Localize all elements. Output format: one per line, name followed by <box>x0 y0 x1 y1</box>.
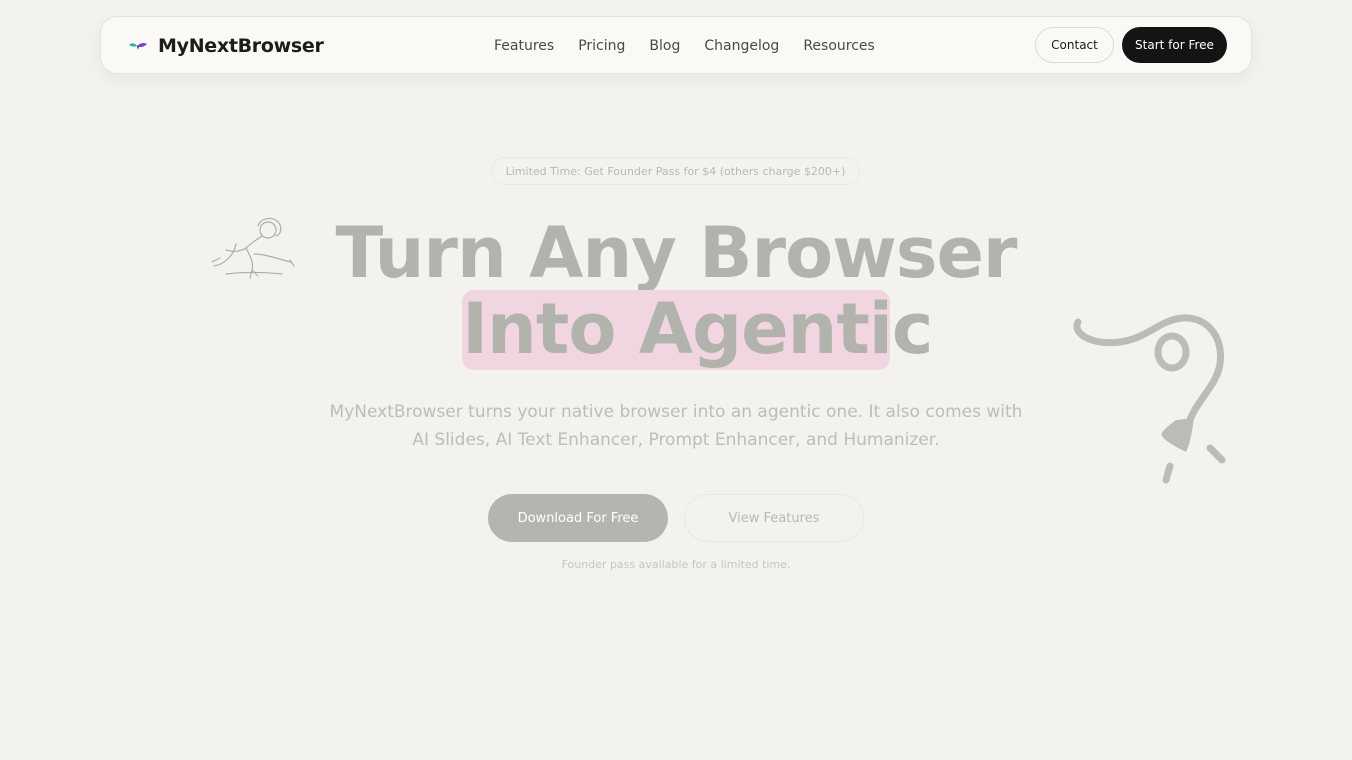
download-for-free-button[interactable]: Download For Free <box>488 494 668 542</box>
nav-link-changelog[interactable]: Changelog <box>704 38 779 54</box>
nav-links: Features Pricing Blog Changelog Resource… <box>494 17 875 75</box>
squiggle-arrow-icon <box>1073 314 1226 484</box>
start-for-free-button[interactable]: Start for Free <box>1122 27 1227 63</box>
nav-link-pricing[interactable]: Pricing <box>578 38 625 54</box>
nav-link-blog[interactable]: Blog <box>649 38 680 54</box>
contact-button[interactable]: Contact <box>1035 27 1114 63</box>
headline-line-1: Turn Any Browser <box>335 212 1018 294</box>
brand[interactable]: MyNextBrowser <box>128 17 324 75</box>
founder-pass-footnote: Founder pass available for a limited tim… <box>561 558 791 571</box>
nav-link-resources[interactable]: Resources <box>803 38 875 54</box>
founder-pass-badge[interactable]: Limited Time: Get Founder Pass for $4 (o… <box>491 157 860 185</box>
bird-logo-icon <box>129 42 147 50</box>
view-features-button[interactable]: View Features <box>684 494 864 542</box>
top-navbar: MyNextBrowser Features Pricing Blog Chan… <box>100 16 1252 74</box>
page: MyNextBrowser Features Pricing Blog Chan… <box>0 0 1352 760</box>
nav-link-features[interactable]: Features <box>494 38 554 54</box>
brand-name: MyNextBrowser <box>158 35 324 57</box>
headline-line-2: Into Agentic <box>462 288 933 370</box>
hero-subtitle: MyNextBrowser turns your native browser … <box>329 402 1023 450</box>
